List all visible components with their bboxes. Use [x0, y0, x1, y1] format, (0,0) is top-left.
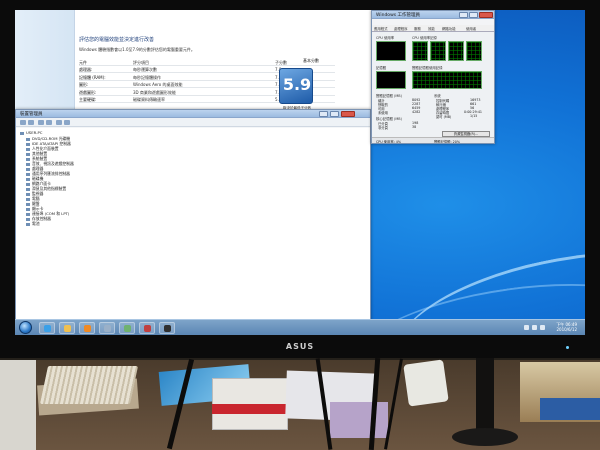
list-item[interactable]: 電池: [26, 221, 40, 227]
power-led: [566, 346, 569, 349]
performance-info-window: 評估您的電腦效能並決定進行改善 Windows 體驗指數會以1.0至7.9的分數…: [15, 10, 371, 120]
spiral-notebook: [39, 366, 139, 404]
cpu-core-graph: [430, 41, 446, 61]
media-player-icon: [84, 325, 91, 332]
tab-services[interactable]: 服務: [414, 26, 421, 31]
blue-book: [540, 398, 600, 420]
software-box-stripe: [212, 404, 288, 414]
stat-value: 38: [412, 125, 417, 129]
memory-history-graph: [412, 71, 482, 89]
tab-networking[interactable]: 網路功能: [442, 26, 456, 31]
wall-corner: [0, 360, 36, 450]
stat-value: 1/15: [470, 114, 478, 118]
device-icon: [26, 222, 30, 226]
memory-label: 記憶體: [376, 66, 387, 70]
stat-value: 4282: [412, 110, 421, 114]
scan-icon[interactable]: [56, 120, 62, 125]
component-name: 主要硬碟:: [79, 97, 97, 102]
close-button[interactable]: [341, 111, 355, 117]
device-manager-icon: [104, 325, 111, 332]
title-bar[interactable]: Windows 工作管理員: [372, 11, 494, 19]
monitor-stand-base: [452, 428, 518, 446]
tab-performance[interactable]: 效能: [428, 26, 435, 31]
minimize-button[interactable]: [459, 12, 468, 18]
cpu-history-label: CPU 使用率記錄: [412, 36, 437, 40]
taskbar-button[interactable]: [79, 322, 95, 334]
status-cpu: CPU 使用率: 4%: [376, 140, 402, 144]
title-bar[interactable]: 裝置管理員: [16, 110, 370, 118]
minimize-button[interactable]: [319, 111, 328, 117]
tab-strip: 應用程式 處理程序 服務 效能 網路功能 使用者: [372, 25, 494, 32]
explorer-folder-icon: [64, 325, 71, 332]
taskbar-button[interactable]: [39, 322, 55, 334]
page-title: 評估您的電腦效能並決定進行改善: [79, 37, 155, 43]
base-score-badge: 5.9: [279, 68, 313, 104]
monitor-brand-logo: ASUS: [285, 342, 315, 351]
pastel-package: [330, 402, 388, 438]
device-manager-window: 裝置管理員 USER-PC DVD/CD-ROM 光碟機 IDE ATA/ATA…: [15, 109, 371, 325]
clock-date: 2010/6/12: [556, 327, 577, 332]
status-memory: 實體記憶體: 20%: [434, 140, 460, 144]
network-icon[interactable]: [524, 325, 529, 330]
status-bar: CPU 使用率: 4% 實體記憶體: 20%: [372, 137, 494, 143]
tab-processes[interactable]: 處理程序: [394, 26, 408, 31]
computer-icon: [20, 131, 24, 135]
window-title: 裝置管理員: [20, 112, 43, 117]
desktop-screen: 評估您的電腦效能並決定進行改善 Windows 體驗指數會以1.0至7.9的分數…: [15, 10, 585, 335]
task-manager-window: Windows 工作管理員 應用程式 處理程序 服務 效能 網路功能 使用者 C…: [371, 10, 495, 144]
taskbar-button[interactable]: [59, 322, 75, 334]
flag-icon[interactable]: [540, 325, 545, 330]
power-strip: [403, 359, 449, 407]
tab-applications[interactable]: 應用程式: [374, 26, 388, 31]
cpu-core-graph: [466, 41, 482, 61]
help-icon[interactable]: [46, 120, 52, 125]
taskbar-button[interactable]: [119, 322, 135, 334]
memory-history-label: 實體記憶體使用記錄: [412, 66, 443, 70]
taskbar-button[interactable]: [139, 322, 155, 334]
table-header: 元件 評分項目 子分數: [79, 58, 335, 66]
stat-label: 未使用: [378, 111, 388, 115]
monitor-stand: [476, 358, 494, 438]
page-description: Windows 體驗指數會以1.0至7.9的分數評估您的電腦重要元件。: [79, 47, 195, 52]
column-header: 基本分數: [303, 58, 319, 63]
performance-icon: [124, 325, 131, 332]
monitor-bezel: ASUS 評估您的電腦效能並決定進行改善 Windows 體驗指數會以1.0至7…: [0, 0, 600, 358]
rating-desc: 磁碟資料傳輸速率: [133, 97, 165, 102]
close-button[interactable]: [479, 12, 493, 18]
system-clock[interactable]: 下午 06:49 2010/6/12: [556, 322, 577, 332]
update-driver-icon[interactable]: [64, 120, 70, 125]
tree-root[interactable]: USER-PC: [20, 130, 42, 135]
start-button[interactable]: [19, 321, 32, 334]
taskbar: 下午 06:49 2010/6/12: [15, 319, 585, 335]
cpu-usage-label: CPU 使用率: [376, 36, 395, 40]
device-tree: USER-PC DVD/CD-ROM 光碟機 IDE ATA/ATAPI 控制器…: [16, 128, 370, 324]
toolbar: [16, 118, 370, 127]
cpu-core-graph: [448, 41, 464, 61]
ie-icon: [44, 325, 51, 332]
taskbar-button[interactable]: [159, 322, 175, 334]
base-score-value: 5.9: [282, 75, 312, 94]
maximize-button[interactable]: [330, 111, 339, 117]
forward-icon[interactable]: [28, 120, 34, 125]
stat-label: 非分頁: [378, 126, 388, 130]
window-title: Windows 工作管理員: [376, 13, 421, 18]
cpu-usage-meter: [376, 41, 406, 61]
stat-label: 認可 (MB): [436, 115, 452, 119]
properties-icon[interactable]: [38, 120, 44, 125]
cmd-icon: [164, 325, 171, 332]
volume-icon[interactable]: [532, 325, 537, 330]
memory-meter: [376, 71, 406, 89]
back-icon[interactable]: [20, 120, 26, 125]
maximize-button[interactable]: [469, 12, 478, 18]
control-panel-sidebar: [15, 10, 75, 119]
cpu-core-graph: [412, 41, 428, 61]
task-manager-icon: [144, 325, 151, 332]
tab-users[interactable]: 使用者: [466, 26, 476, 31]
taskbar-button[interactable]: [99, 322, 115, 334]
